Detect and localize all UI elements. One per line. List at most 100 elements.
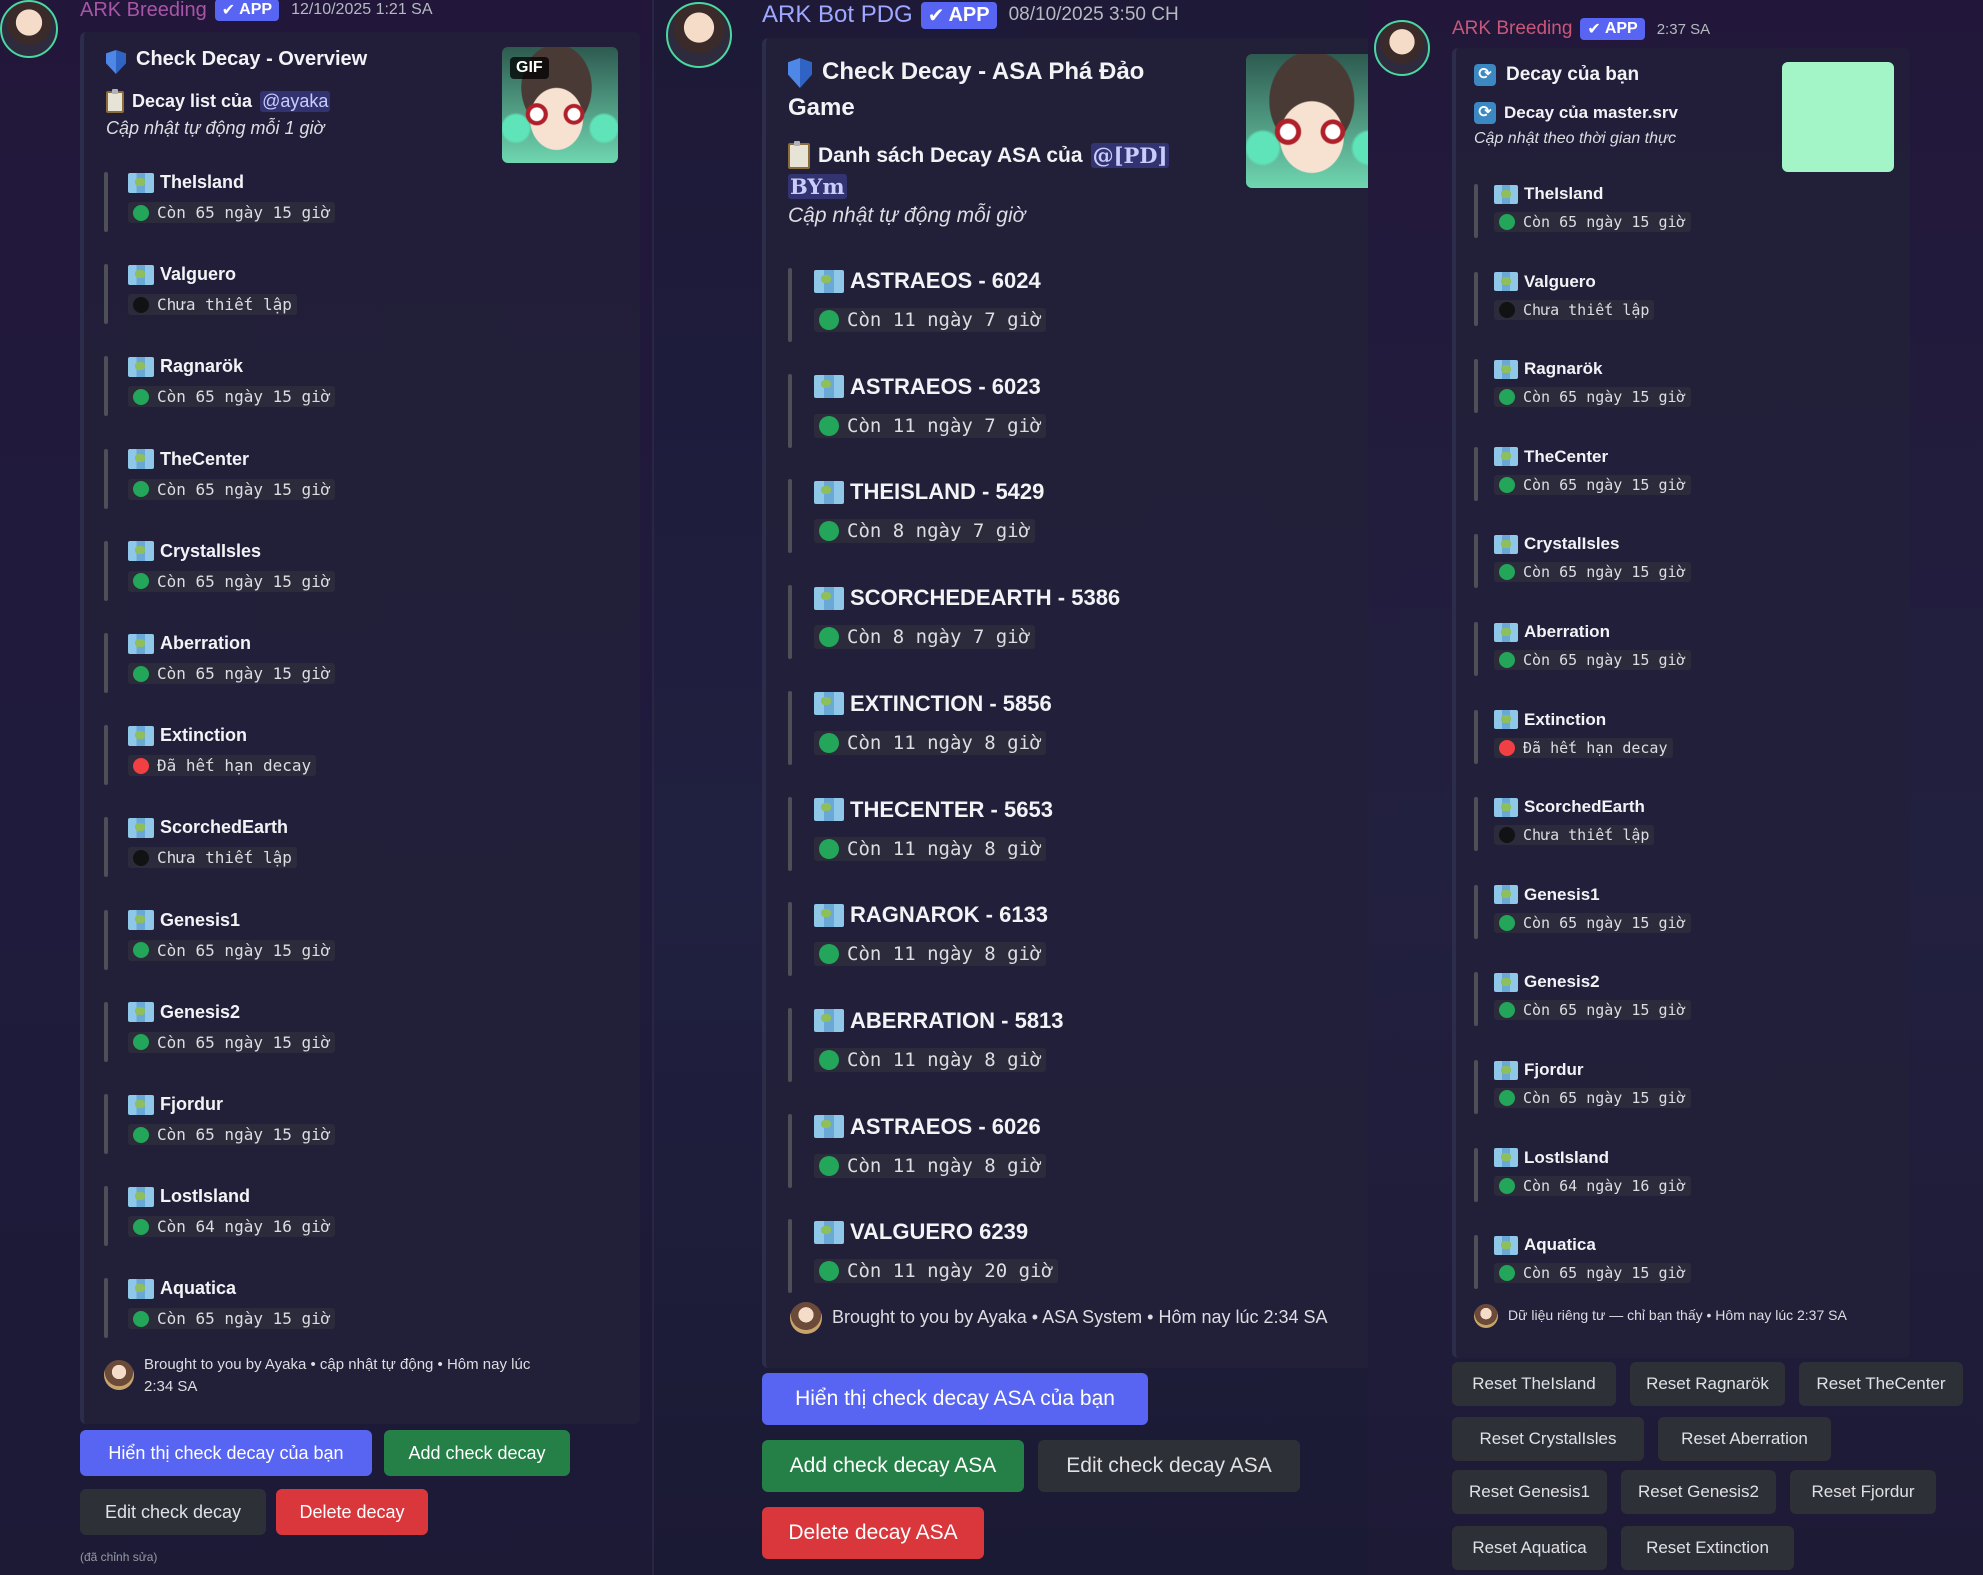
field-name: THEISLAND - 5429 — [814, 479, 1044, 505]
world-map-icon — [814, 586, 844, 610]
bot-avatar[interactable] — [1374, 20, 1430, 76]
show-check-decay-button[interactable]: Hiển thị check decay của bạn — [80, 1430, 372, 1476]
status-red-dot-icon — [133, 757, 149, 774]
field-name-text: TheIsland — [160, 172, 245, 192]
world-map-icon — [128, 910, 154, 931]
field-value-text: Còn 65 ngày 15 giờ — [1523, 651, 1686, 669]
embed-field: SCORCHEDEARTH - 5386 Còn 8 ngày 7 giờ — [788, 585, 1348, 660]
bot-name[interactable]: ARK Bot PDG — [762, 1, 913, 29]
reset-button-ragnar-k[interactable]: Reset Ragnarök — [1630, 1362, 1785, 1406]
embed-field: ASTRAEOS - 6024 Còn 11 ngày 7 giờ — [788, 268, 1348, 342]
field-name-text: ASTRAEOS - 6023 — [850, 373, 1041, 399]
delete-decay-asa-button[interactable]: Delete decay ASA — [762, 1507, 984, 1559]
bot-avatar[interactable] — [0, 0, 58, 58]
message-column-ark-breeding-overview: ARK Breeding ✔ APP 12/10/2025 1:21 SA Che… — [0, 0, 652, 1575]
bot-name[interactable]: ARK Breeding — [80, 0, 207, 22]
field-value: Đã hết hạn decay — [128, 755, 317, 777]
reset-button-aberration[interactable]: Reset Aberration — [1658, 1417, 1831, 1461]
embed-thumbnail[interactable] — [1246, 54, 1368, 188]
footer-text: Dữ liệu riêng tư — chỉ bạn thấy • Hôm na… — [1508, 1307, 1847, 1323]
edit-check-decay-button[interactable]: Edit check decay — [80, 1489, 266, 1535]
reset-button-thecenter[interactable]: Reset TheCenter — [1799, 1362, 1963, 1406]
reset-button-theisland[interactable]: Reset TheIsland — [1452, 1362, 1616, 1406]
status-green-dot-icon — [819, 310, 839, 330]
field-value: Còn 65 ngày 15 giờ — [1494, 650, 1691, 670]
reset-button-extinction[interactable]: Reset Extinction — [1621, 1526, 1794, 1570]
field-name: ScorchedEarth — [128, 817, 288, 838]
field-value: Còn 65 ngày 15 giờ — [128, 386, 336, 408]
field-value-text: Còn 11 ngày 8 giờ — [847, 1048, 1042, 1071]
embed-field: Ragnarök Còn 65 ngày 15 giờ — [1474, 359, 1874, 414]
reset-button-aquatica[interactable]: Reset Aquatica — [1452, 1526, 1607, 1570]
field-quote-bar — [104, 448, 108, 509]
field-name-text: Valguero — [160, 264, 237, 285]
field-name-text: Aquatica — [160, 1278, 237, 1299]
embed-card: ⟳ Decay của bạn ⟳ Decay của master.srv C… — [1452, 48, 1910, 1358]
footer-avatar-icon — [104, 1360, 134, 1390]
shield-icon — [106, 50, 126, 74]
world-map-icon — [128, 356, 154, 377]
bot-avatar[interactable] — [666, 2, 732, 68]
field-name-text: Aberration — [160, 633, 252, 653]
embed-field: LostIsland Còn 64 ngày 16 giờ — [104, 1186, 604, 1247]
bot-name[interactable]: ARK Breeding — [1452, 18, 1572, 40]
edit-check-decay-asa-button[interactable]: Edit check decay ASA — [1038, 1440, 1300, 1492]
embed-field: Genesis2 Còn 65 ngày 15 giờ — [1474, 972, 1874, 1027]
field-name-text: Aquatica — [1524, 1235, 1596, 1255]
delete-decay-button[interactable]: Delete decay — [276, 1489, 428, 1535]
world-map-icon — [128, 264, 154, 285]
reset-button-genesis1[interactable]: Reset Genesis1 — [1452, 1470, 1607, 1514]
field-value: Còn 65 ngày 15 giờ — [1494, 1263, 1691, 1284]
app-badge: ✔ APP — [1580, 18, 1645, 40]
field-value: Còn 11 ngày 7 giờ — [814, 413, 1047, 438]
field-value-text: Còn 65 ngày 15 giờ — [157, 387, 331, 407]
field-value-text: Còn 8 ngày 7 giờ — [847, 520, 1031, 543]
field-quote-bar — [1474, 359, 1478, 414]
footer-text-line1: Brought to you by Ayaka • cập nhật tự độ… — [144, 1356, 531, 1373]
field-quote-bar — [1474, 534, 1478, 589]
user-mention[interactable]: @ayaka — [260, 91, 331, 112]
embed-thumbnail-gif[interactable]: GIF — [502, 47, 618, 163]
world-map-icon — [1494, 972, 1518, 992]
field-name: Extinction — [1494, 710, 1606, 730]
field-quote-bar — [788, 479, 792, 554]
add-check-decay-button[interactable]: Add check decay — [384, 1430, 570, 1476]
field-value: Còn 65 ngày 15 giờ — [128, 1124, 336, 1145]
field-value-text: Còn 65 ngày 15 giờ — [157, 571, 331, 591]
field-name: Valguero — [1494, 272, 1596, 292]
embed-subtitle: Cập nhật theo thời gian thực — [1474, 130, 1677, 147]
reset-button-fjordur[interactable]: Reset Fjordur — [1790, 1470, 1936, 1514]
status-green-dot-icon — [133, 942, 149, 959]
field-value: Còn 65 ngày 15 giờ — [128, 478, 336, 500]
field-name-text: Extinction — [160, 725, 248, 746]
field-value-text: Đã hết hạn decay — [1523, 738, 1668, 757]
field-name: TheIsland — [128, 172, 244, 193]
reset-button-genesis2[interactable]: Reset Genesis2 — [1621, 1470, 1776, 1514]
world-map-icon — [128, 725, 154, 746]
field-value-text: Còn 65 ngày 15 giờ — [157, 664, 331, 683]
field-value-text: Còn 65 ngày 15 giờ — [1523, 563, 1686, 582]
show-check-decay-asa-button[interactable]: Hiển thị check decay ASA của bạn — [762, 1373, 1148, 1425]
field-value-text: Còn 65 ngày 15 giờ — [1523, 1001, 1686, 1020]
status-green-dot-icon — [819, 521, 839, 542]
embed-thumbnail[interactable] — [1782, 62, 1894, 172]
field-name: Extinction — [128, 725, 247, 746]
embed-field: ScorchedEarth Chưa thiết lập — [1474, 797, 1874, 852]
field-name-text: EXTINCTION - 5856 — [850, 690, 1052, 716]
check-icon: ✔ — [927, 4, 945, 27]
user-mention[interactable]: @[PD] — [1090, 143, 1170, 168]
field-name: LostIsland — [1494, 1148, 1609, 1168]
add-check-decay-asa-button[interactable]: Add check decay ASA — [762, 1440, 1024, 1492]
reset-button-crystalisles[interactable]: Reset CrystalIsles — [1452, 1417, 1644, 1461]
field-value: Còn 65 ngày 15 giờ — [1494, 387, 1691, 408]
world-map-icon — [1494, 622, 1518, 642]
field-name: Genesis2 — [128, 1002, 240, 1023]
field-value: Đã hết hạn decay — [1494, 737, 1673, 758]
field-quote-bar — [104, 540, 108, 601]
field-value-text: Còn 11 ngày 7 giờ — [847, 309, 1042, 331]
field-name: Aquatica — [1494, 1235, 1596, 1255]
user-mention-continued[interactable]: BYm — [788, 174, 847, 199]
embed-description: ⟳ Decay của master.srv — [1474, 102, 1678, 124]
status-black-dot-icon — [133, 296, 149, 313]
field-value-text: Còn 65 ngày 15 giờ — [1523, 213, 1686, 231]
